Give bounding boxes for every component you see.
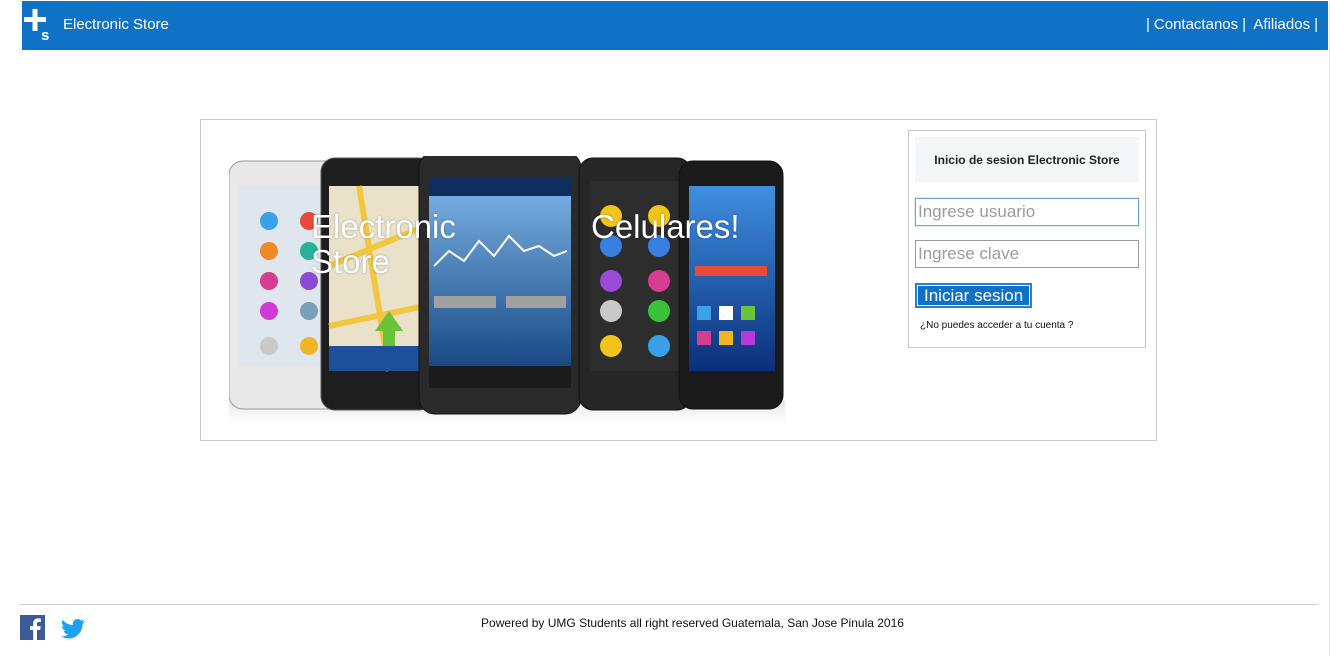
top-nav: | Contactanos | Afiliados |	[1142, 16, 1322, 33]
nav-separator: |	[1146, 16, 1150, 33]
top-navbar: s Electronic Store | Contactanos | Afiliad…	[22, 1, 1328, 50]
password-input[interactable]	[915, 240, 1139, 268]
username-input[interactable]	[915, 198, 1139, 226]
nav-separator: |	[1314, 16, 1318, 33]
login-form: Inicio de sesion Electronic Store Inicia…	[908, 130, 1146, 348]
nav-link-afiliados[interactable]: Afiliados	[1253, 16, 1310, 33]
nav-link-contactanos[interactable]: Contactanos	[1154, 16, 1238, 33]
smartphones-hero-image	[229, 156, 785, 431]
brand-name[interactable]: Electronic Store	[63, 16, 169, 33]
store-logo-icon[interactable]: s	[22, 7, 58, 43]
login-button[interactable]: Iniciar sesion	[915, 283, 1033, 308]
login-title: Inicio de sesion Electronic Store	[915, 137, 1139, 182]
main-panel: Electronic Store Celulares! Inicio de se…	[200, 119, 1157, 441]
forgot-access-link[interactable]: ¿No puedes acceder a tu cuenta ?	[920, 320, 1073, 331]
nav-separator: |	[1242, 16, 1247, 33]
footer-copyright: Powered by UMG Students all right reserv…	[481, 616, 904, 630]
footer-divider	[20, 604, 1318, 605]
svg-text:s: s	[41, 27, 49, 43]
